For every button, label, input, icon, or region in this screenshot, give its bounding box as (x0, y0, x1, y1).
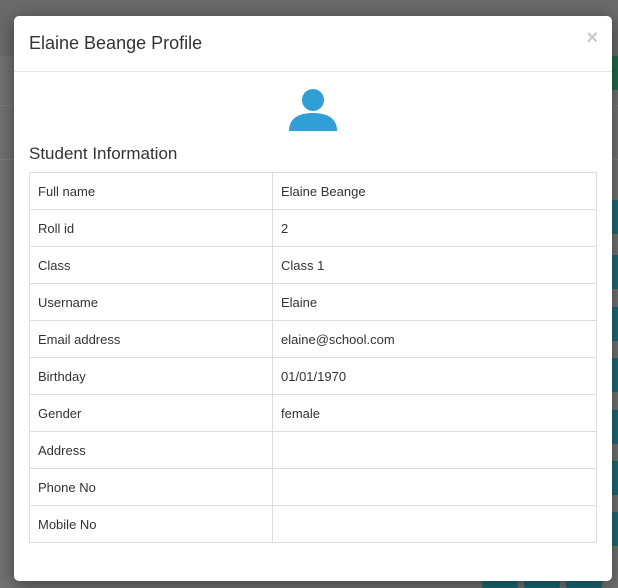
avatar (29, 72, 597, 134)
table-row: Class Class 1 (29, 246, 597, 284)
field-label: Full name (29, 172, 273, 210)
field-label: Birthday (29, 357, 273, 395)
table-row: Username Elaine (29, 283, 597, 321)
table-row: Phone No (29, 468, 597, 506)
field-label: Gender (29, 394, 273, 432)
field-label: Mobile No (29, 505, 273, 543)
student-info-table: Full name Elaine Beange Roll id 2 Class Class… (29, 172, 597, 543)
table-row: Full name Elaine Beange (29, 172, 597, 210)
modal-header: Elaine Beange Profile × (14, 16, 612, 72)
field-value: Elaine (272, 283, 597, 321)
table-row: Birthday 01/01/1970 (29, 357, 597, 395)
field-value: Class 1 (272, 246, 597, 284)
field-value (272, 505, 597, 543)
close-button[interactable]: × (586, 28, 598, 48)
table-row: Address (29, 431, 597, 469)
field-label: Phone No (29, 468, 273, 506)
profile-modal: Elaine Beange Profile × Student Informat… (14, 16, 612, 581)
modal-title: Elaine Beange Profile (29, 33, 203, 53)
field-label: Roll id (29, 209, 273, 247)
field-value: 01/01/1970 (272, 357, 597, 395)
field-label: Email address (29, 320, 273, 358)
field-value: female (272, 394, 597, 432)
field-label: Address (29, 431, 273, 469)
field-value (272, 431, 597, 469)
field-label: Username (29, 283, 273, 321)
table-row: Roll id 2 (29, 209, 597, 247)
table-row: Mobile No (29, 505, 597, 543)
table-row: Gender female (29, 394, 597, 432)
user-icon (289, 89, 337, 131)
modal-body: Student Information Full name Elaine Bean… (14, 72, 612, 543)
table-row: Email address elaine@school.com (29, 320, 597, 358)
field-value: 2 (272, 209, 597, 247)
field-value (272, 468, 597, 506)
field-value: elaine@school.com (272, 320, 597, 358)
field-label: Class (29, 246, 273, 284)
field-value: Elaine Beange (272, 172, 597, 210)
section-title: Student Information (29, 144, 178, 163)
